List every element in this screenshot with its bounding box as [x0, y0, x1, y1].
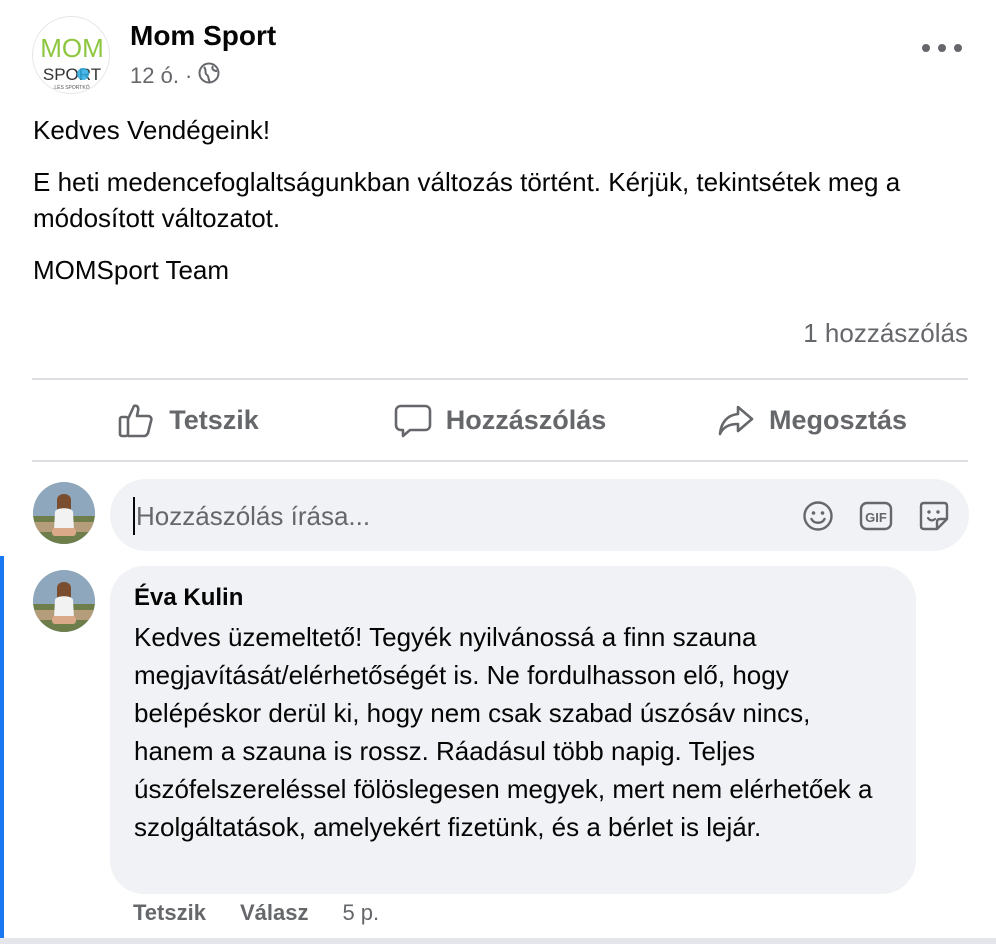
speech-bubble-icon: [394, 404, 432, 438]
thumbs-up-icon: [118, 404, 153, 438]
gif-label: GIF: [865, 510, 887, 525]
meta-separator: ·: [184, 63, 193, 88]
comment-author[interactable]: Éva Kulin: [134, 584, 892, 612]
share-button[interactable]: Megosztás: [656, 381, 968, 459]
share-arrow-icon: [718, 405, 754, 436]
emoji-icon[interactable]: [799, 497, 837, 535]
post-header: MOM SPORT ...LÉS SPORTKÖ... Mom Sport 12…: [32, 16, 972, 96]
post-meta: 12 ó. ·: [130, 62, 220, 90]
comment-input[interactable]: [134, 495, 778, 537]
comment-like-button[interactable]: Tetszik: [133, 900, 206, 926]
post-time[interactable]: 12 ó.: [130, 63, 179, 89]
logo-tagline: ...LÉS SPORTKÖ...: [50, 84, 94, 91]
comment-highlight-bar: [0, 556, 4, 938]
comment-text: Kedves üzemeltető! Tegyék nyilvánossá a …: [134, 622, 873, 842]
comment-actions: Tetszik Válasz 5 p.: [133, 900, 379, 926]
globe-icon[interactable]: [198, 62, 220, 90]
comment-avatar[interactable]: [33, 570, 95, 632]
comment-composer: GIF: [33, 479, 969, 551]
avatar[interactable]: [33, 482, 95, 544]
logo-text-top: MOM: [40, 33, 104, 63]
share-label: Megosztás: [768, 404, 908, 435]
comment-label: Hozzászólás: [445, 404, 607, 435]
more-options-icon[interactable]: [922, 38, 962, 58]
comment-button[interactable]: Hozzászólás: [344, 381, 656, 459]
sticker-icon[interactable]: [915, 497, 953, 535]
comment-bubble: Éva Kulin Kedves üzemeltető! Tegyék nyil…: [110, 566, 916, 894]
logo-text-bottom: SPORT: [43, 65, 101, 84]
gif-icon[interactable]: GIF: [857, 497, 895, 535]
action-bar: Tetszik Hozzászólás Megosztás: [32, 381, 968, 459]
page-name[interactable]: Mom Sport: [130, 20, 276, 52]
post-paragraph: E heti medencefoglaltságunkban változás …: [33, 167, 901, 233]
comment-time[interactable]: 5 p.: [342, 900, 379, 926]
page-logo[interactable]: MOM SPORT ...LÉS SPORTKÖ...: [32, 16, 110, 94]
card-bottom-edge: [0, 938, 996, 944]
post-body: Kedves Vendégeink! E heti medencefoglalt…: [33, 112, 963, 304]
comment-count[interactable]: 1 hozzászólás: [803, 318, 968, 349]
post-card: MOM SPORT ...LÉS SPORTKÖ... Mom Sport 12…: [0, 0, 996, 944]
like-label: Tetszik: [169, 404, 259, 435]
post-paragraph: Kedves Vendégeink!: [33, 115, 271, 145]
logo-ball: [77, 68, 89, 80]
divider: [32, 460, 968, 462]
post-paragraph: MOMSport Team: [33, 255, 230, 285]
comment-reply-button[interactable]: Válasz: [240, 900, 309, 926]
comment-input-box[interactable]: GIF: [110, 479, 969, 551]
composer-icons: GIF: [799, 497, 953, 535]
like-button[interactable]: Tetszik: [32, 381, 344, 459]
divider: [32, 378, 968, 380]
